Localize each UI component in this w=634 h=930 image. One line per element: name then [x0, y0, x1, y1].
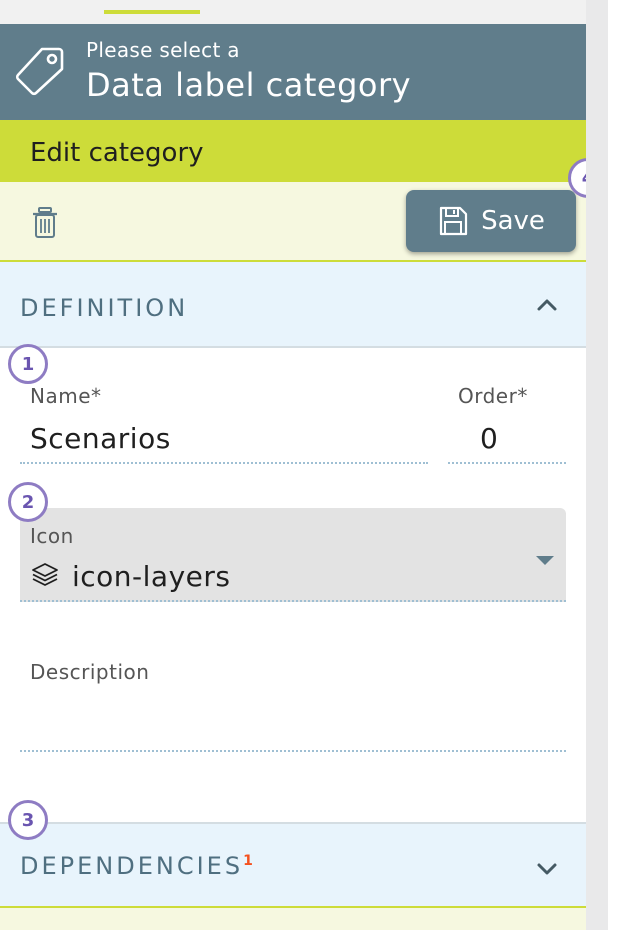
description-label: Description [30, 660, 150, 684]
order-field-underline [448, 462, 566, 464]
dropdown-arrow-icon[interactable] [536, 556, 554, 565]
annotation-badge-2: 2 [8, 482, 48, 522]
edit-category-bar: Edit category [0, 120, 586, 182]
icon-select[interactable]: Icon icon-layers [20, 508, 566, 602]
chevron-down-icon[interactable] [534, 856, 560, 882]
icon-select-label: Icon [30, 524, 74, 548]
definition-section-title: DEFINITION [20, 294, 189, 322]
annotation-badge-3: 3 [8, 800, 48, 840]
scroll-gutter [586, 0, 608, 930]
panel-header: Please select a Data label category [0, 24, 586, 120]
name-label: Name* [30, 384, 102, 408]
top-tab-bar [0, 0, 586, 24]
active-tab-indicator [104, 10, 200, 14]
tag-icon [15, 47, 64, 96]
bottom-strip [0, 908, 586, 930]
chevron-up-icon[interactable] [534, 292, 560, 318]
category-editor-panel: Please select a Data label category Edit… [0, 0, 608, 930]
name-field[interactable]: Scenarios [30, 422, 171, 455]
order-field[interactable]: 0 [480, 422, 498, 455]
header-title: Data label category [86, 66, 412, 104]
name-field-underline [20, 462, 428, 464]
save-button[interactable]: Save [406, 190, 576, 252]
definition-section-header[interactable]: DEFINITION [0, 262, 586, 348]
floppy-disk-icon [439, 206, 468, 236]
dependencies-section-title: DEPENDENCIES1 [20, 852, 253, 880]
description-field-underline [20, 750, 566, 752]
header-subtitle: Please select a [86, 38, 240, 62]
annotation-badge-1: 1 [8, 344, 48, 384]
action-toolbar: Save [0, 182, 586, 262]
dependencies-count-badge: 1 [243, 853, 253, 869]
icon-select-value: icon-layers [72, 560, 231, 593]
order-label: Order* [458, 384, 528, 408]
save-button-label: Save [481, 206, 545, 236]
dependencies-section-header[interactable]: DEPENDENCIES1 [0, 822, 586, 908]
trash-icon[interactable] [30, 206, 60, 240]
edit-category-label: Edit category [30, 138, 204, 168]
layers-icon [32, 563, 58, 586]
dependencies-title-text: DEPENDENCIES [20, 852, 244, 880]
